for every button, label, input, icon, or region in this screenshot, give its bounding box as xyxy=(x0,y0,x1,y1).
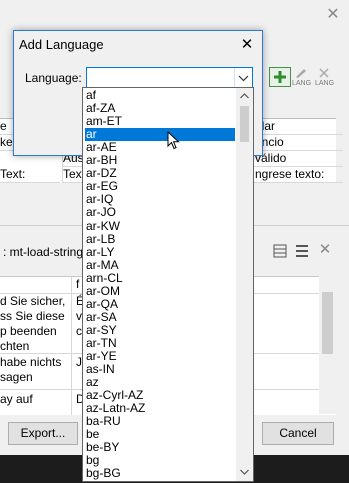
language-option[interactable]: ar-JO xyxy=(85,206,235,219)
scroll-down-arrow-icon[interactable] xyxy=(236,464,253,480)
close-icon[interactable]: ✕ xyxy=(240,35,254,53)
language-option[interactable]: ar-SY xyxy=(85,323,235,337)
dropdown-button[interactable] xyxy=(234,68,252,88)
language-option[interactable]: ba-RU xyxy=(85,415,235,428)
mouse-cursor-icon xyxy=(167,131,180,150)
language-option[interactable]: ar xyxy=(85,128,235,142)
list-toolbar-icon-2[interactable] xyxy=(294,243,310,259)
language-option[interactable]: af xyxy=(85,89,235,102)
language-option[interactable]: ar-YE xyxy=(85,350,235,363)
language-option[interactable]: ar-QA xyxy=(85,297,235,311)
language-option[interactable]: az xyxy=(85,376,235,389)
status-text: : mt-load-string(' xyxy=(3,245,90,259)
language-option[interactable]: ar-LY xyxy=(85,245,235,259)
list-scrollbar-thumb[interactable] xyxy=(322,292,333,354)
language-option[interactable]: ar-TN xyxy=(85,336,235,350)
language-option[interactable]: am-ET xyxy=(85,115,235,128)
language-option[interactable]: ar-KW xyxy=(85,219,235,233)
table-row: Text: xyxy=(0,167,60,183)
language-option[interactable]: be xyxy=(85,428,235,441)
list-toolbar-icon[interactable] xyxy=(272,243,288,259)
language-option[interactable]: arn-CL xyxy=(85,271,235,285)
language-option[interactable]: az-Cyrl-AZ xyxy=(85,389,235,402)
language-option[interactable]: ar-EG xyxy=(85,180,235,193)
scroll-up-arrow-icon[interactable] xyxy=(236,88,253,104)
dialog-title: Add Language xyxy=(19,37,104,52)
export-button[interactable]: Export... xyxy=(8,422,78,445)
language-combobox[interactable] xyxy=(86,67,253,89)
language-option[interactable]: az-Latn-AZ xyxy=(85,402,235,415)
language-option[interactable]: ar-BH xyxy=(85,154,235,167)
remove-language-label: LANG xyxy=(315,80,335,87)
language-input[interactable] xyxy=(89,69,229,86)
dropdown-scrollbar[interactable] xyxy=(236,88,253,481)
dropdown-scrollbar-thumb[interactable] xyxy=(240,106,249,142)
language-option[interactable]: ar-IQ xyxy=(85,193,235,206)
list-column-divider xyxy=(71,277,72,415)
language-option[interactable]: ar-OM xyxy=(85,284,235,298)
chevron-down-icon xyxy=(238,75,249,82)
add-entry-button[interactable] xyxy=(269,67,291,87)
language-option[interactable]: be-BY xyxy=(85,441,235,454)
language-option[interactable]: af-ZA xyxy=(85,102,235,115)
table-row: ngrese texto: xyxy=(248,167,343,183)
table-row: Text xyxy=(62,167,83,183)
list-item: d Sie sicher, ss Sie diese p beenden cht… xyxy=(0,294,66,353)
language-option[interactable]: ar-DZ xyxy=(85,167,235,180)
list-close-icon[interactable]: ✕ xyxy=(317,242,333,258)
language-option[interactable]: ar-AE xyxy=(85,141,235,154)
language-option[interactable]: ar-SA xyxy=(85,310,235,324)
language-label: Language: xyxy=(25,71,82,85)
background-close-icon[interactable]: ✕ xyxy=(326,7,340,23)
language-option[interactable]: bg-BG xyxy=(85,467,235,480)
language-option[interactable]: ar-MA xyxy=(85,258,235,272)
edit-language-icon[interactable]: LANG xyxy=(292,68,312,87)
list-item: ay auf xyxy=(0,392,33,406)
language-option[interactable]: ar-LB xyxy=(85,232,235,246)
language-option[interactable]: as-IN xyxy=(85,363,235,376)
list-item: habe nichts sagen xyxy=(0,355,62,384)
language-option[interactable]: bg xyxy=(85,454,235,467)
edit-language-label: LANG xyxy=(292,80,312,87)
list-header-label: f xyxy=(76,277,80,291)
remove-language-icon[interactable]: LANG xyxy=(315,68,335,87)
plus-icon xyxy=(274,71,286,83)
cancel-button[interactable]: Cancel xyxy=(262,422,334,445)
